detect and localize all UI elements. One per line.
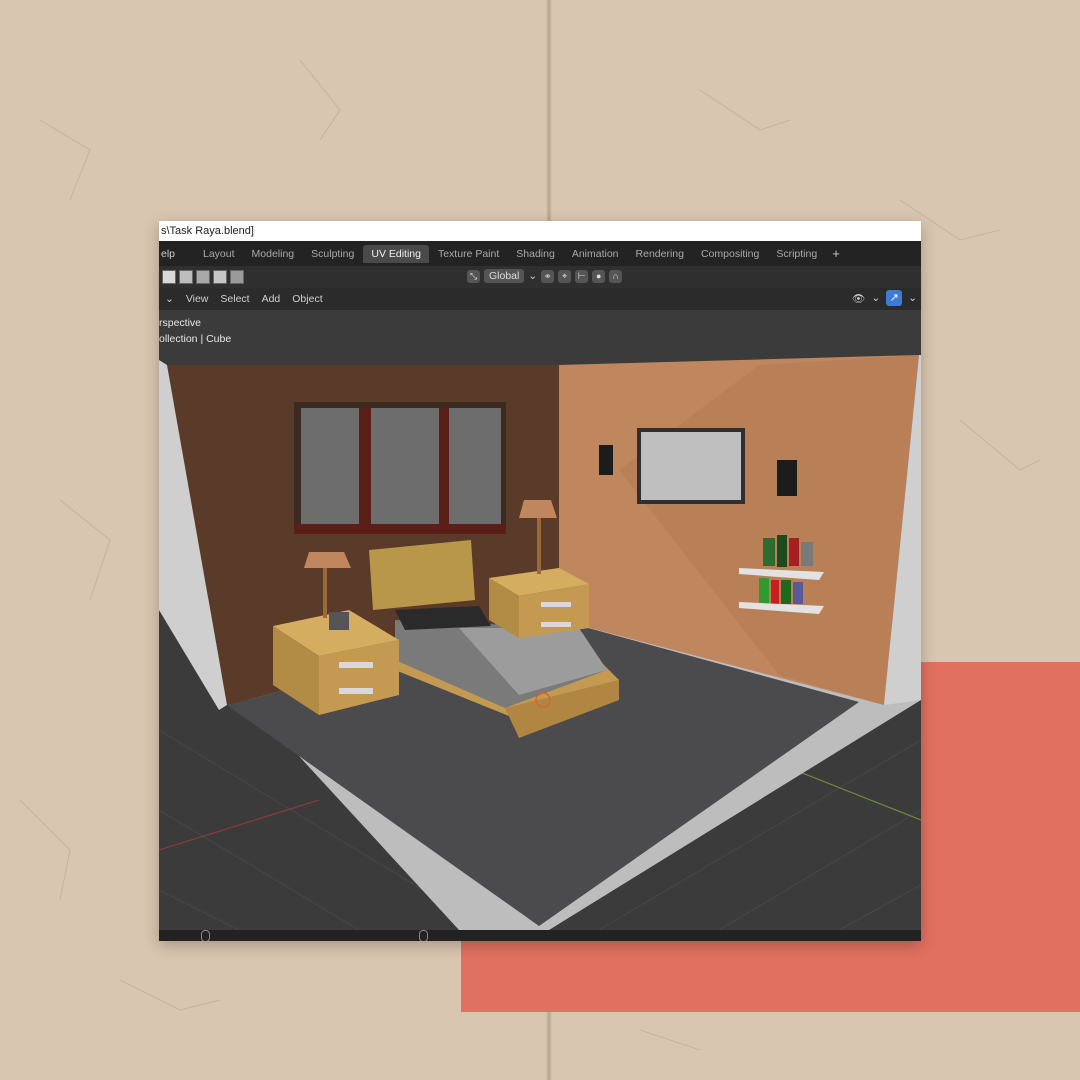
window-sill	[294, 524, 506, 534]
window-pane	[371, 408, 439, 526]
menu-select[interactable]: Select	[214, 293, 255, 305]
tab-modeling[interactable]: Modeling	[244, 245, 303, 263]
snap-icon[interactable]: ⌖	[558, 269, 572, 283]
transform-controls: ⤡ Global ⌄ ⚭ ⌖ ⊢ ● ∩	[467, 269, 623, 283]
menu-help[interactable]: elp	[159, 248, 195, 260]
menu-add[interactable]: Add	[256, 293, 287, 305]
tab-layout[interactable]: Layout	[195, 245, 243, 263]
chevron-down-icon: ⌄	[528, 270, 538, 282]
falloff-icon[interactable]: ∩	[609, 269, 623, 283]
transform-orientation-dropdown[interactable]: Global	[484, 269, 525, 283]
menu-object[interactable]: Object	[286, 293, 328, 305]
viewport-mode-label: rspective	[159, 317, 202, 329]
tab-texture-paint[interactable]: Texture Paint	[430, 245, 507, 263]
chevron-down-icon[interactable]: ⌄	[908, 292, 917, 304]
tv-screen	[641, 432, 741, 500]
tool-header: ⤡ Global ⌄ ⚭ ⌖ ⊢ ● ∩	[159, 266, 921, 288]
window-pane	[449, 408, 501, 526]
pivot-point-icon[interactable]: ⚭	[541, 269, 555, 283]
blender-window: s\Task Raya.blend] elp Layout Modeling S…	[159, 221, 921, 941]
select-intersect-icon[interactable]	[230, 270, 244, 284]
window-title: s\Task Raya.blend]	[159, 221, 921, 241]
menu-view[interactable]: View	[180, 293, 215, 305]
mouse-left-icon	[201, 930, 210, 941]
chevron-down-icon[interactable]: ⌄	[871, 292, 880, 304]
gizmo-toggle-icon[interactable]: ↗	[886, 290, 903, 306]
viewport-collection-label: ollection | Cube	[159, 333, 232, 345]
speaker-left	[599, 445, 613, 475]
mouse-middle-icon	[419, 930, 428, 941]
3d-viewport[interactable]: rspective ollection | Cube	[159, 310, 921, 930]
status-bar	[159, 930, 921, 941]
orientation-icon: ⤡	[467, 269, 480, 283]
visibility-eye-icon[interactable]: 👁	[852, 292, 865, 305]
select-subtract-icon[interactable]	[196, 270, 210, 284]
tab-animation[interactable]: Animation	[564, 245, 627, 263]
select-invert-icon[interactable]	[213, 270, 227, 284]
proportional-edit-icon[interactable]: ●	[592, 269, 606, 283]
add-workspace-button[interactable]: +	[826, 246, 846, 261]
tab-shading[interactable]: Shading	[508, 245, 563, 263]
viewport-header: ⌄ View Select Add Object 👁 ⌄ ↗ ⌄	[159, 288, 921, 310]
tab-scripting[interactable]: Scripting	[768, 245, 825, 263]
room-scene	[159, 355, 921, 930]
window-mullion	[359, 408, 371, 526]
chevron-down-icon[interactable]: ⌄	[159, 293, 180, 305]
select-extend-icon[interactable]	[179, 270, 193, 284]
tab-rendering[interactable]: Rendering	[628, 245, 692, 263]
tab-compositing[interactable]: Compositing	[693, 245, 767, 263]
tab-sculpting[interactable]: Sculpting	[303, 245, 362, 263]
window-pane	[301, 408, 359, 526]
x-axis-line	[159, 799, 320, 851]
snap-target-icon[interactable]: ⊢	[575, 269, 589, 283]
select-box-icon[interactable]	[162, 270, 176, 284]
window-mullion	[439, 408, 449, 526]
viewport-overlay-controls: 👁 ⌄ ↗ ⌄	[852, 290, 917, 306]
workspace-bar: elp Layout Modeling Sculpting UV Editing…	[159, 241, 921, 266]
speaker-right	[777, 460, 797, 496]
tab-uv-editing[interactable]: UV Editing	[363, 244, 429, 263]
